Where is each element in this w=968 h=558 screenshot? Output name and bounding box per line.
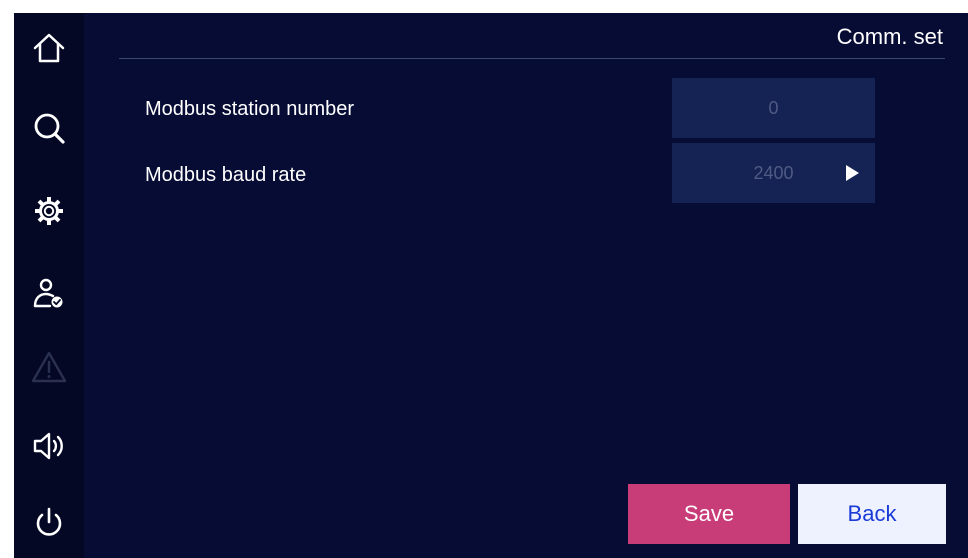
header-divider bbox=[119, 58, 945, 59]
sidebar-item-alarm bbox=[14, 332, 84, 402]
sidebar-item-search[interactable] bbox=[14, 93, 84, 163]
power-icon bbox=[31, 505, 67, 541]
sidebar bbox=[14, 13, 84, 558]
play-arrow-icon bbox=[846, 165, 859, 181]
comm-settings-screen: Comm. set Modbus station number 0 Modbus… bbox=[14, 13, 968, 558]
speaker-icon bbox=[31, 428, 67, 464]
sidebar-item-power[interactable] bbox=[14, 488, 84, 558]
gear-icon bbox=[31, 193, 67, 229]
warning-icon bbox=[30, 349, 68, 385]
sidebar-item-sound[interactable] bbox=[14, 411, 84, 481]
user-check-icon bbox=[31, 275, 67, 311]
back-button-label: Back bbox=[847, 501, 897, 526]
search-icon bbox=[31, 110, 67, 146]
station-number-label: Modbus station number bbox=[145, 98, 355, 120]
back-button[interactable]: Back bbox=[798, 484, 946, 544]
home-icon bbox=[31, 30, 67, 66]
baud-rate-value: 2400 bbox=[753, 162, 794, 183]
station-number-field[interactable]: 0 bbox=[672, 78, 875, 138]
baud-rate-label: Modbus baud rate bbox=[145, 164, 307, 186]
save-button[interactable]: Save bbox=[628, 484, 790, 544]
station-number-value: 0 bbox=[768, 97, 779, 118]
sidebar-item-home[interactable] bbox=[14, 13, 84, 83]
sidebar-item-settings[interactable] bbox=[14, 176, 84, 246]
page-title: Comm. set bbox=[836, 24, 943, 49]
baud-rate-select[interactable]: 2400 bbox=[672, 143, 875, 203]
sidebar-item-user[interactable] bbox=[14, 258, 84, 328]
save-button-label: Save bbox=[683, 501, 735, 526]
